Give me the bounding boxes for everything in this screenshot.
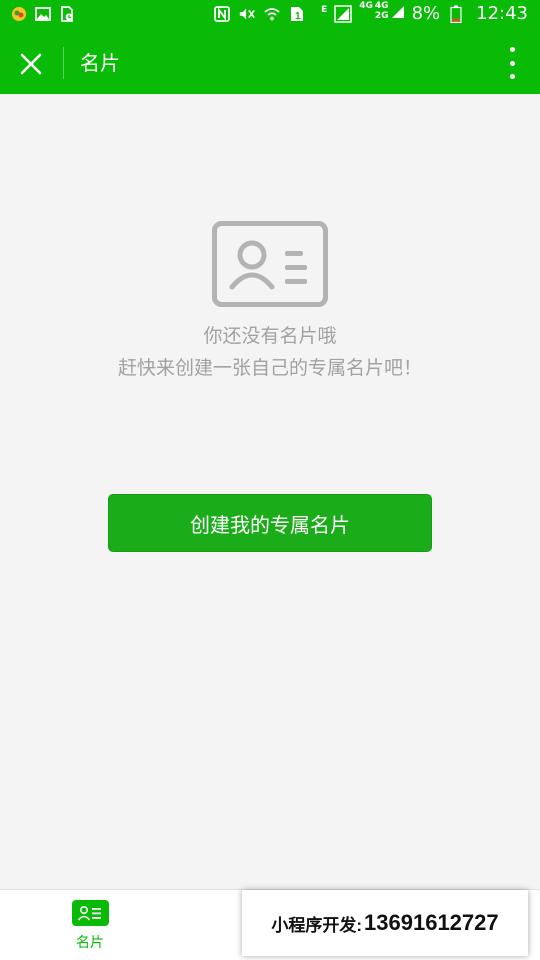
create-card-button[interactable]: 创建我的专属名片	[108, 494, 432, 552]
image-icon	[34, 5, 52, 23]
nav-bar: 名片	[0, 31, 540, 94]
lte-label-3: 2G	[374, 11, 389, 21]
business-card-icon	[212, 221, 328, 307]
empty-state-title: 你还没有名片哦	[203, 325, 337, 347]
app-notification-icon	[10, 5, 28, 23]
download-icon	[58, 5, 76, 23]
wifi-icon	[263, 5, 281, 23]
page-title: 名片	[80, 51, 120, 75]
empty-state-subtitle: 赶快来创建一张自己的专属名片吧！	[117, 357, 422, 379]
signal-bars-icon	[391, 6, 404, 18]
promo-phone-number: 13691612727	[364, 910, 499, 935]
lte-indicators: 4G 4G 2G	[359, 2, 404, 21]
tab-business-card[interactable]: 名片	[50, 900, 130, 956]
more-vertical-icon[interactable]	[502, 47, 522, 79]
svg-text:1: 1	[295, 11, 301, 22]
clock: 12:43	[476, 3, 528, 24]
more-dot	[509, 47, 515, 52]
more-dot	[509, 74, 515, 79]
network-type-label: E	[321, 5, 328, 15]
sim-icon: 1	[288, 5, 306, 23]
lte-label-1: 4G	[359, 1, 373, 11]
signal-icon	[334, 4, 352, 23]
mute-icon	[238, 5, 256, 23]
battery-icon	[447, 5, 465, 23]
battery-percent: 8%	[411, 3, 441, 24]
promo-banner[interactable]: 小程序开发: 13691612727	[242, 890, 528, 956]
status-bar-right: 1 E 4G 4G 2G 8% 12:43	[213, 2, 528, 24]
status-bar-left	[10, 5, 76, 23]
business-card-icon	[71, 900, 109, 926]
lte-label-2: 4G	[374, 1, 389, 11]
tab-label: 名片	[76, 935, 104, 951]
nav-divider	[63, 47, 64, 79]
status-bar: 1 E 4G 4G 2G 8% 12:43	[0, 0, 540, 31]
more-dot	[509, 60, 515, 66]
nfc-icon	[213, 5, 231, 23]
promo-label: 小程序开发:	[271, 915, 363, 935]
close-icon[interactable]	[14, 47, 48, 81]
